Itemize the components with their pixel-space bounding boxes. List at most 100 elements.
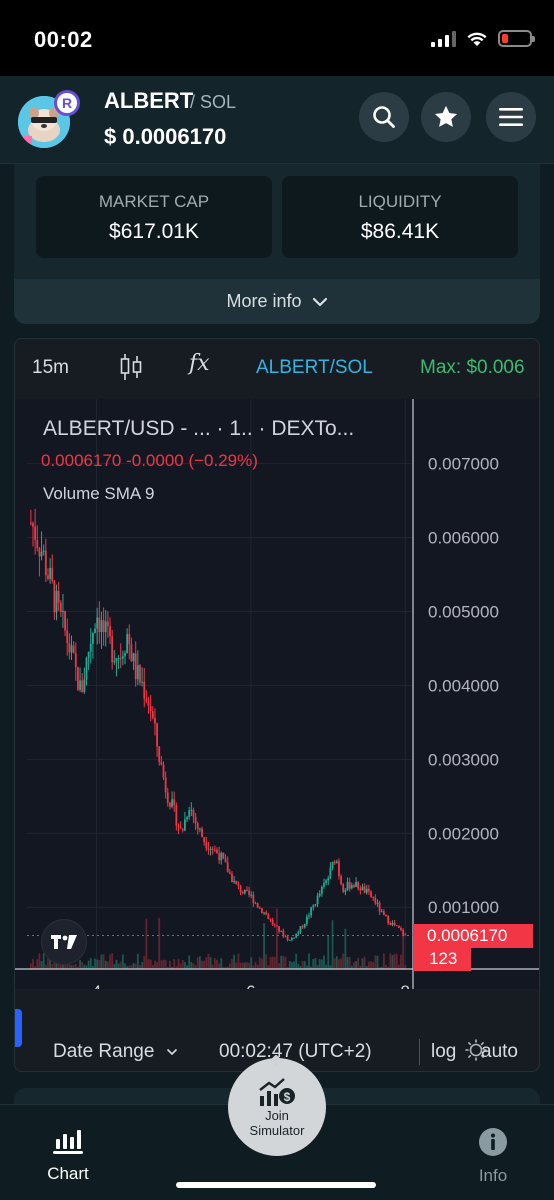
chart-clock[interactable]: 00:02:47 (UTC+2) [219,1041,372,1063]
candle-body [186,817,188,820]
candle-body [66,630,69,644]
candle-body [207,848,210,850]
token-header: R ALBERT / SOL $ 0.0006170 [0,76,554,164]
log-scale-toggle[interactable]: log [431,1041,456,1063]
candle-body [344,890,347,892]
chart-pair-label[interactable]: ALBERT/SOL [256,357,373,379]
candle-body [363,886,366,893]
chart-legend-price: 0.0006170 -0.0000 (−0.29%) [41,451,258,470]
auto-scale-toggle[interactable]: auto [481,1041,518,1063]
more-info-label: More info [226,291,302,311]
candle-body [117,658,120,660]
candle-body [357,881,360,889]
volume-bar [44,964,47,969]
volume-bar [173,959,176,969]
candle-body [81,680,84,692]
volume-bar [235,962,238,969]
interval-selector[interactable]: 15m [32,357,69,379]
volume-bar [250,957,253,969]
volume-bar [38,953,41,969]
menu-button[interactable] [486,92,536,142]
candle-body [115,658,118,662]
candle-body [269,918,272,920]
volume-bar [113,964,116,969]
candle-body [333,861,336,864]
volume-bar [353,962,355,969]
volume-bar [318,959,321,969]
chart-toolbar: 15m fx ALBERT/SOL Max: $0.006 [15,339,539,395]
battery-icon [498,30,535,47]
y-tick-label: 0.004000 [428,676,499,695]
favorite-button[interactable] [421,92,471,142]
x-tick-label: 4 [92,982,101,989]
candle-body [213,849,216,851]
hamburger-menu-icon [499,108,523,126]
y-tick-label: 0.006000 [428,529,499,548]
chart-legend-volume: Volume SMA 9 [43,484,155,503]
candle-body [181,828,184,831]
candle-body [389,923,392,925]
candle-body [361,886,364,891]
join-simulator-button[interactable]: $ Join Simulator [228,1058,326,1156]
volume-bar [72,964,75,969]
candle-body [132,653,135,662]
y-tick-label: 0.007000 [428,455,499,474]
fx-icon: fx [189,351,210,376]
candle-body [29,522,32,524]
volume-bar [124,963,126,969]
tradingview-logo[interactable] [41,919,87,965]
candle-body [393,922,396,926]
volume-bar [104,960,107,969]
volume-bar [121,954,124,969]
candle-body [171,799,173,807]
candle-body [231,873,233,883]
candle-body [246,889,248,891]
candle-body [36,540,39,549]
volume-bar [323,955,325,969]
candle-body [34,526,37,541]
volume-bar [376,955,379,969]
candlestick-icon [120,354,142,380]
volume-bar [303,961,306,969]
search-button[interactable] [359,92,409,142]
tab-info[interactable]: Info [472,1127,514,1186]
volume-bar [201,960,203,969]
date-range-selector[interactable]: Date Range [53,1041,178,1063]
volume-bar [271,956,274,969]
volume-bar [258,957,261,969]
chart-type-button[interactable] [119,353,143,386]
candle-body [53,580,56,613]
candle-body [303,924,306,928]
current-price-tag: 0.0006170 [413,923,533,948]
volume-bar [333,958,336,969]
candle-body [209,848,212,850]
candle-body [198,828,201,830]
chart-plot-area[interactable]: 0.007000 0.006000 0.005000 0.004000 0.003000… [15,399,539,1061]
more-info-button[interactable]: More info [14,279,540,324]
date-range-label: Date Range [53,1041,155,1062]
candle-body [87,651,90,658]
candle-body [290,938,293,940]
candle-body [44,550,47,576]
chevron-down-icon [312,297,327,306]
candle-body [248,890,250,895]
volume-bar [209,957,212,969]
indicators-button[interactable]: fx [189,351,210,376]
status-bar: 00:02 [0,0,554,76]
max-price-label: Max: $0.006 [420,357,525,378]
volume-bar [160,960,163,969]
volume-bar [400,954,402,969]
candle-body [387,916,390,924]
volume-bar [282,955,285,969]
candle-body [89,643,92,652]
candle-body [49,567,52,579]
volume-bar [395,953,398,969]
star-icon [434,105,458,127]
candle-body [128,633,131,645]
tab-chart[interactable]: Chart [42,1127,94,1184]
candle-body [79,680,81,690]
candle-body [136,665,139,680]
candle-body [250,894,253,896]
candle-body [265,912,268,915]
market-cap-label: MARKET CAP [98,192,210,211]
